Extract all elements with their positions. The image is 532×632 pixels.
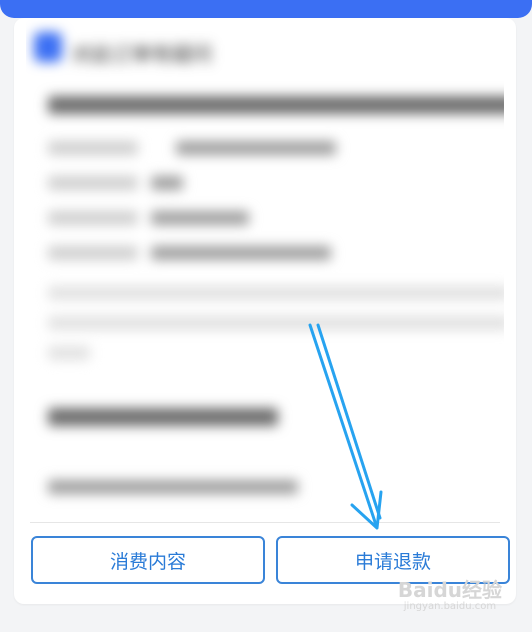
blurred-line (151, 176, 183, 190)
watermark: Baidu经验 jingyan.baidu.com (398, 580, 502, 612)
blurred-line (48, 141, 138, 155)
blurred-line (48, 480, 298, 494)
blurred-line (48, 286, 504, 300)
blurred-line (48, 96, 504, 114)
card-divider (30, 522, 500, 523)
blurred-line (48, 408, 278, 426)
blurred-line (48, 176, 138, 190)
watermark-main: Baidu经验 (397, 578, 502, 602)
top-header-bar (0, 0, 532, 18)
order-inquiry-card: 对此订单有疑问 (14, 18, 516, 604)
watermark-sub: jingyan.baidu.com (403, 601, 497, 612)
card-header-title: 对此订单有疑问 (72, 42, 212, 66)
blurred-line (48, 246, 138, 260)
blurred-order-details: 对此订单有疑问 (26, 18, 504, 523)
blurred-line (48, 316, 504, 330)
apply-refund-button[interactable]: 申请退款 (276, 536, 510, 584)
consume-content-button[interactable]: 消费内容 (31, 536, 265, 584)
card-content: 对此订单有疑问 (26, 18, 504, 523)
blue-square-icon (34, 32, 62, 62)
blurred-line (176, 141, 336, 155)
blurred-line (151, 246, 331, 260)
blurred-line (48, 211, 138, 225)
blurred-line (151, 211, 249, 225)
blurred-line (48, 346, 90, 360)
